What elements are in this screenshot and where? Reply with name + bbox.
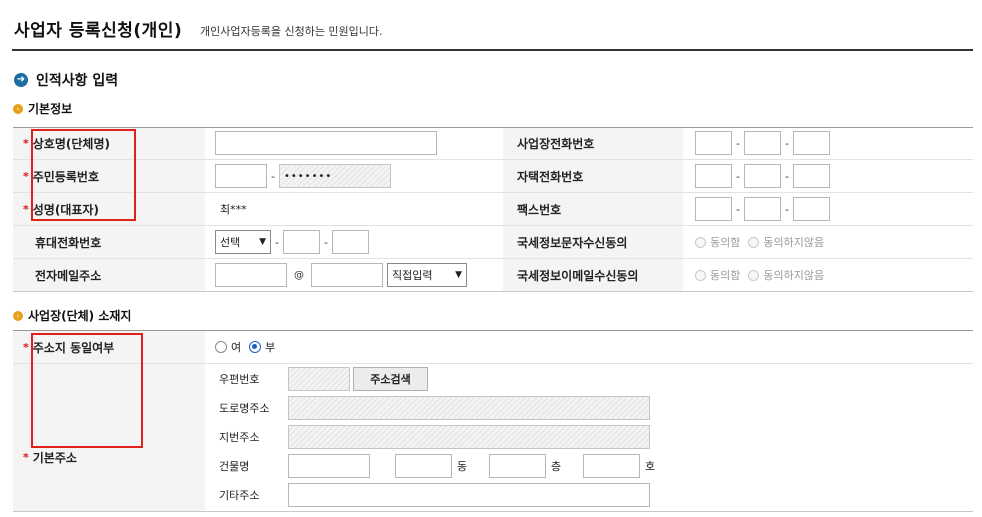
fax-part2[interactable] [743, 197, 781, 221]
location-table: * 주소지 동일여부 여 부 * 기본주소 우편번호 주소검색 도로명주소 지번주소… [13, 330, 973, 512]
table-row: * 주민등록번호 - ••••••• 자택전화번호 - - [13, 160, 973, 193]
required-marker: * [23, 450, 29, 464]
business-phone-part1[interactable] [695, 131, 732, 155]
dong-label: 동 [457, 460, 468, 473]
basic-info-heading: › 기본정보 [13, 100, 72, 117]
home-phone-part3[interactable] [792, 164, 830, 188]
required-marker: * [23, 202, 29, 216]
location-title: 사업장(단체) 소재지 [28, 309, 132, 323]
business-name-input[interactable] [215, 131, 437, 155]
required-marker: * [23, 137, 29, 150]
mobile-part3[interactable] [331, 230, 369, 254]
location-heading: › 사업장(단체) 소재지 [13, 307, 131, 324]
business-phone-part3[interactable] [792, 131, 830, 155]
fax-part1[interactable] [695, 197, 732, 221]
sms-consent-no-radio[interactable] [748, 236, 760, 248]
ho-label: 호 [645, 460, 656, 473]
email-consent-no-radio[interactable] [748, 269, 760, 281]
mobile-carrier-select[interactable]: 선택 ▼ [215, 230, 271, 254]
basic-info-title: 기본정보 [28, 102, 73, 116]
etc-address-input[interactable] [288, 483, 650, 507]
home-phone-part2[interactable] [743, 164, 781, 188]
title-divider [12, 49, 973, 51]
fax-part3[interactable] [792, 197, 830, 221]
email-local-input[interactable] [215, 263, 287, 287]
building-dong-input[interactable] [395, 454, 452, 478]
highlight-box [31, 333, 143, 448]
label-sms-consent: 국세정보문자수신동의 [517, 235, 628, 250]
business-phone-part2[interactable] [743, 131, 781, 155]
postcode-input[interactable] [288, 367, 350, 391]
address-search-button[interactable]: 주소검색 [353, 367, 428, 391]
floor-label: 층 [551, 460, 562, 473]
arrow-right-circle-icon: ➜ [14, 73, 28, 87]
required-marker: * [23, 169, 29, 183]
table-row: * 주소지 동일여부 여 부 [13, 331, 973, 364]
table-row: 휴대전화번호 선택 ▼ - - 국세정보문자수신동의 동의함 동의하지않음 [13, 226, 973, 259]
etc-address-label: 기타주소 [219, 489, 260, 502]
building-floor-input[interactable] [489, 454, 546, 478]
postcode-label: 우편번호 [219, 373, 260, 386]
building-name-input[interactable] [288, 454, 370, 478]
label-email: 전자메일주소 [35, 268, 102, 283]
bullet-circle-icon: › [13, 310, 23, 321]
section-title: 인적사항 입력 [36, 73, 119, 89]
page-title: 사업자 등록신청(개인) [14, 21, 183, 41]
building-name-label: 건물명 [219, 460, 250, 473]
road-address-input[interactable] [288, 396, 650, 420]
resident-number-front[interactable] [215, 164, 267, 188]
highlight-box [31, 129, 136, 221]
label-mobile: 휴대전화번호 [35, 235, 102, 250]
jibun-address-input[interactable] [288, 425, 650, 449]
bullet-circle-icon: › [13, 103, 23, 114]
label-business-phone: 사업장전화번호 [517, 137, 595, 151]
table-row: * 상호명(단체명) 사업장전화번호 - - [13, 128, 973, 160]
same-address-yes-radio[interactable] [215, 341, 227, 353]
page-description: 개인사업자등록을 신청하는 민원입니다. [200, 25, 383, 38]
chevron-down-icon: ▼ [455, 270, 462, 280]
email-domain-select[interactable]: 직접입력 ▼ [387, 263, 467, 287]
road-address-label: 도로명주소 [219, 402, 270, 415]
basic-info-table: * 상호명(단체명) 사업장전화번호 - - * 주민등록번호 - ••••••• … [13, 127, 973, 292]
table-row: 전자메일주소 @ 직접입력 ▼ 국세정보이메일수신동의 동의함 동의하지않음 [13, 259, 973, 291]
table-row: * 성명(대표자) 최*** 팩스번호 - - [13, 193, 973, 226]
required-marker: * [23, 340, 29, 354]
chevron-down-icon: ▼ [259, 237, 266, 247]
jibun-address-label: 지번주소 [219, 431, 260, 444]
label-email-consent: 국세정보이메일수신동의 [517, 268, 639, 283]
email-domain-input[interactable] [311, 263, 383, 287]
section-heading: ➜ 인적사항 입력 [14, 70, 118, 90]
same-address-no-radio[interactable] [249, 341, 262, 353]
email-consent-yes-radio[interactable] [695, 269, 706, 281]
resident-number-back[interactable]: ••••••• [278, 164, 391, 188]
representative-name-value: 최*** [220, 203, 247, 216]
mobile-part2[interactable] [282, 230, 320, 254]
building-ho-input[interactable] [583, 454, 640, 478]
label-home-phone: 자택전화번호 [517, 169, 584, 184]
table-row: * 기본주소 우편번호 주소검색 도로명주소 지번주소 건물명 동 층 호 기타… [13, 364, 973, 511]
label-fax: 팩스번호 [517, 202, 562, 217]
home-phone-part1[interactable] [695, 164, 732, 188]
sms-consent-yes-radio[interactable] [695, 236, 706, 248]
